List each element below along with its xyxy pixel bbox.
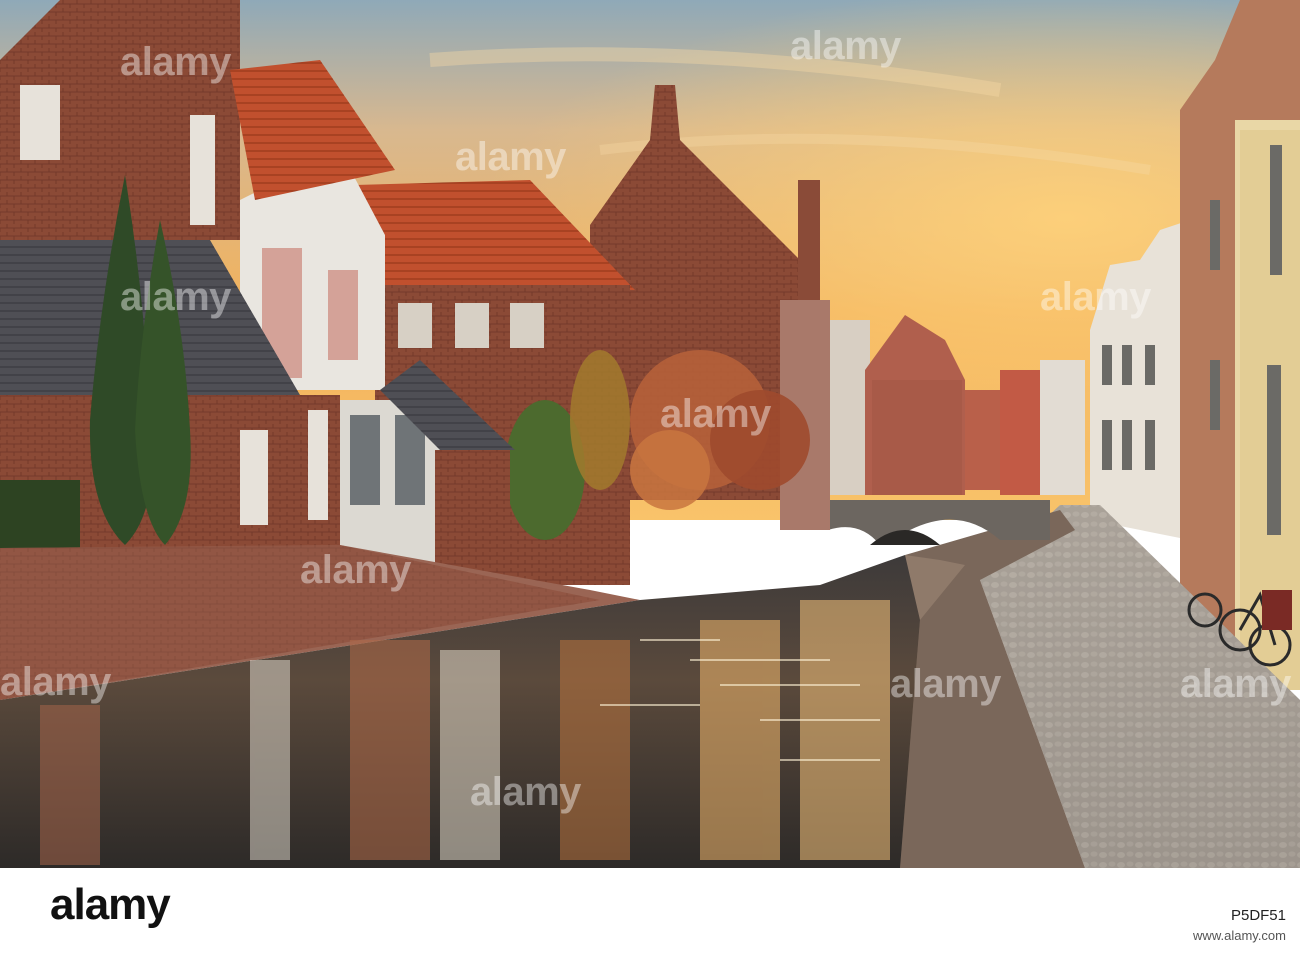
logo-text: alamy <box>50 880 171 929</box>
image-id: P5DF51 <box>1230 907 1286 924</box>
stock-footer: alamy P5DF51 www.alamy.com <box>0 868 1300 956</box>
alamy-logo: alamy <box>50 880 171 930</box>
site-url: www.alamy.com <box>1193 928 1286 943</box>
canal-photo <box>0 0 1300 868</box>
image-id-block: P5DF51 www.alamy.com <box>1193 906 1286 946</box>
